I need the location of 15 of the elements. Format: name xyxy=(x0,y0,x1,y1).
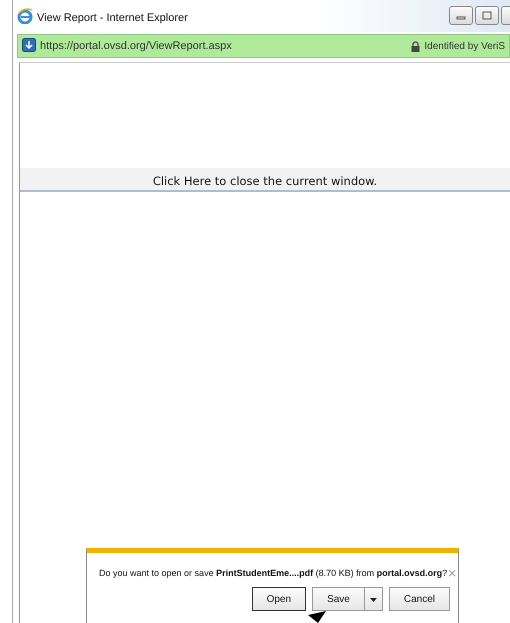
window-title: View Report - Internet Explorer xyxy=(37,12,188,24)
download-message: Do you want to open or save PrintStudentEme....pdf (8.70 KB) from portal.ovsd.org? xyxy=(99,568,448,578)
address-bar[interactable]: https://portal.ovsd.org/ViewReport.aspx Identified by VeriS xyxy=(17,34,510,58)
close-button[interactable] xyxy=(501,6,510,25)
save-button[interactable]: Save xyxy=(312,587,365,611)
caret-icon xyxy=(370,598,377,602)
cursor-icon xyxy=(306,611,328,623)
url-text: https://portal.ovsd.org/ViewReport.aspx xyxy=(40,40,232,52)
maximize-icon xyxy=(482,11,492,20)
dropdown-button[interactable] xyxy=(364,587,383,611)
minimize-button[interactable] xyxy=(449,6,473,25)
identity-text: Identified by VeriS xyxy=(424,40,505,52)
dialog-button[interactable]: Open xyxy=(252,587,306,611)
dialog-button[interactable]: Cancel xyxy=(388,587,450,611)
maximize-button[interactable] xyxy=(475,6,499,25)
